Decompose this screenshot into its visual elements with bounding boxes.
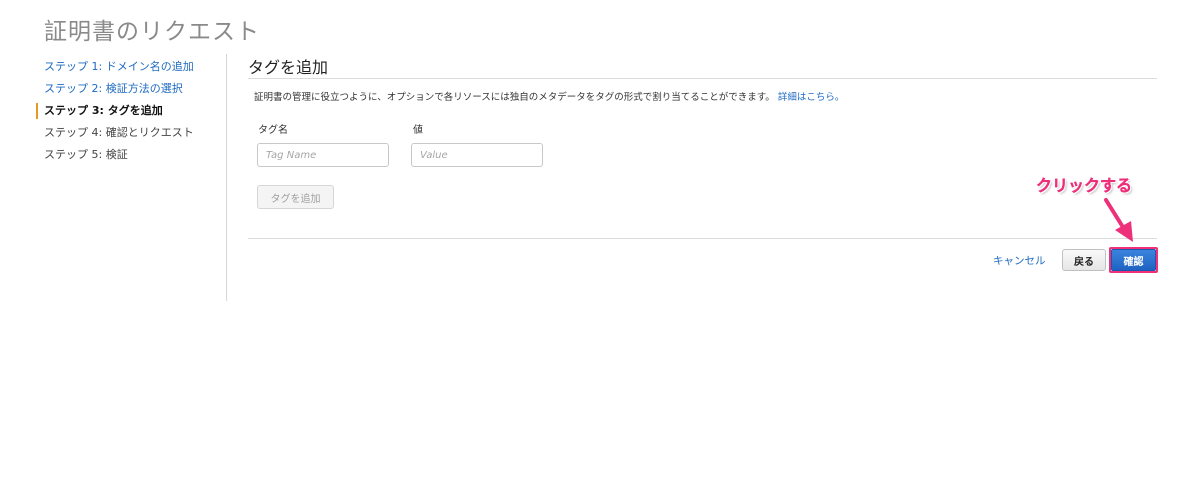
section-title: タグを追加 [248, 58, 329, 77]
step-4: ステップ 4: 確認とリクエスト [44, 126, 194, 139]
cancel-link[interactable]: キャンセル [993, 253, 1046, 268]
back-button[interactable]: 戻る [1062, 249, 1106, 271]
tag-name-input[interactable] [257, 143, 389, 167]
vertical-divider [226, 54, 227, 301]
step-2-link[interactable]: ステップ 2: 検証方法の選択 [36, 78, 226, 100]
annotation-click-label: クリックする [1036, 176, 1133, 195]
step-3-current: ステップ 3: タグを追加 [36, 103, 226, 119]
tag-value-label: 値 [413, 125, 423, 136]
page-title: 証明書のリクエスト [44, 19, 260, 45]
description-text: 証明書の管理に役立つように、オプションで各リソースには独自のメタデータをタグの形… [254, 92, 775, 103]
section-description: 証明書の管理に役立つように、オプションで各リソースには独自のメタデータをタグの形… [254, 89, 844, 103]
tag-value-input[interactable] [411, 143, 543, 167]
footer-divider [248, 238, 1157, 239]
add-tag-button[interactable]: タグを追加 [257, 185, 334, 209]
details-link[interactable]: 詳細はこちら。 [778, 92, 845, 103]
confirm-highlight-box: 確認 [1109, 247, 1158, 273]
step-1-link[interactable]: ステップ 1: ドメイン名の追加 [36, 56, 226, 78]
annotation-arrow-icon [1104, 198, 1133, 242]
section-divider [248, 78, 1157, 79]
step-5: ステップ 5: 検証 [44, 148, 128, 161]
step-navigation: ステップ 1: ドメイン名の追加 ステップ 2: 検証方法の選択 ステップ 3:… [36, 56, 226, 166]
tag-name-label: タグ名 [258, 125, 288, 136]
confirm-button[interactable]: 確認 [1111, 249, 1156, 271]
